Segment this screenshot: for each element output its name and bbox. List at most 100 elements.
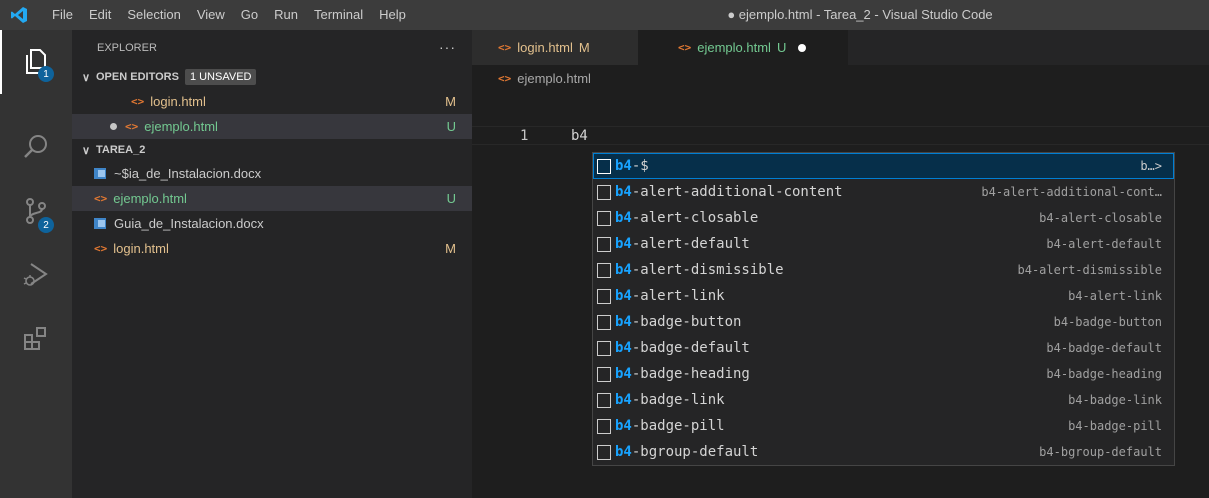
code-text[interactable]: b4 [571,127,588,146]
suggestion-label: -$ [631,158,649,174]
git-status: U [446,191,456,206]
git-status: M [445,241,456,256]
snippet-icon [597,366,611,382]
suggestion-item[interactable]: b4 -bgroup-default b4-bgroup-default [593,439,1174,465]
line-number: 1 [520,128,529,144]
suggestion-label: -bgroup-default [631,444,759,460]
activity-bar: 1 2 [0,30,72,498]
snippet-icon [597,392,611,408]
file-name: ~$ia_de_Instalacion.docx [114,166,262,181]
suggestion-label: -badge-link [631,392,725,408]
menu-file[interactable]: File [44,0,81,30]
menu-bar: File Edit Selection View Go Run Terminal… [44,0,414,30]
tab-ejemplo[interactable]: <> ejemplo.html U [638,30,848,65]
tab-login[interactable]: <> login.html M [472,30,638,65]
suggestion-detail: b4-alert-link [1068,289,1162,303]
menu-edit[interactable]: Edit [81,0,119,30]
suggestion-item[interactable]: b4 -badge-link b4-badge-link [593,387,1174,413]
git-status: M [445,94,456,109]
html-file-icon: <> [498,41,512,54]
suggestion-match: b4 [615,236,632,252]
html-file-icon: <> [498,71,512,85]
explorer-badge: 1 [38,66,54,82]
menu-terminal[interactable]: Terminal [306,0,371,30]
suggestion-item[interactable]: b4 -alert-dismissible b4-alert-dismissibl… [593,257,1174,283]
suggestion-label: -alert-default [631,236,750,252]
extensions-icon [24,327,46,350]
snippet-icon [597,158,611,174]
snippet-icon [597,288,611,304]
suggestion-item[interactable]: b4 -badge-pill b4-badge-pill [593,413,1174,439]
activity-extensions[interactable] [0,307,72,371]
explorer-title: EXPLORER [97,41,157,54]
suggestion-match: b4 [615,158,632,174]
menu-view[interactable]: View [189,0,233,30]
unsaved-dot-icon[interactable] [798,43,807,52]
suggestion-match: b4 [615,184,632,200]
suggestion-match: b4 [615,418,632,434]
window-title: ● ejemplo.html - Tarea_2 - Visual Studio… [727,7,993,22]
run-debug-icon [23,263,48,286]
file-name: ejemplo.html [113,191,187,206]
suggestion-detail: b4-badge-heading [1046,367,1162,381]
chevron-down-icon: ∨ [82,71,91,84]
menu-help[interactable]: Help [371,0,414,30]
file-item[interactable]: <> ejemplo.html U [72,186,472,211]
file-item[interactable]: ~$ia_de_Instalacion.docx [72,161,472,186]
menu-run[interactable]: Run [266,0,306,30]
menu-go[interactable]: Go [233,0,266,30]
file-item[interactable]: Guia_de_Instalacion.docx [72,211,472,236]
file-item[interactable]: <> login.html M [72,236,472,261]
suggestion-detail: b4-alert-default [1046,237,1162,251]
suggestion-match: b4 [615,288,632,304]
search-icon [24,135,47,158]
suggestion-detail: b4-bgroup-default [1039,445,1162,459]
activity-search[interactable] [0,115,72,179]
snippet-icon [597,236,611,252]
more-actions-icon[interactable]: ··· [439,30,456,65]
suggestion-detail: b4-badge-link [1068,393,1162,407]
snippet-icon [597,184,611,200]
open-editors-header[interactable]: ∨ OPEN EDITORS 1 UNSAVED [72,65,472,89]
suggestion-item[interactable]: b4 -badge-button b4-badge-button [593,309,1174,335]
chevron-down-icon: ∨ [82,144,91,157]
suggestion-match: b4 [615,444,632,460]
explorer-header: EXPLORER ··· [72,30,472,65]
suggestion-item[interactable]: b4 -alert-additional-content b4-alert-add… [593,179,1174,205]
suggestion-item[interactable]: b4 -alert-link b4-alert-link [593,283,1174,309]
breadcrumb-item[interactable]: ejemplo.html [517,71,591,86]
unsaved-dot-icon[interactable] [110,123,117,130]
html-file-icon: <> [94,192,108,205]
suggestion-item[interactable]: b4 -$ b…> [593,153,1174,179]
open-editor-item[interactable]: <> ejemplo.html U [72,114,472,139]
activity-run-debug[interactable] [0,243,72,307]
suggestion-item[interactable]: b4 -alert-default b4-alert-default [593,231,1174,257]
suggestion-match: b4 [615,262,632,278]
suggestion-item[interactable]: b4 -badge-heading b4-badge-heading [593,361,1174,387]
open-editor-item[interactable]: <> login.html M [72,89,472,114]
file-name: Guia_de_Instalacion.docx [114,216,264,231]
menu-selection[interactable]: Selection [119,0,188,30]
suggestion-match: b4 [615,314,632,330]
suggestion-detail: b4-alert-additional-cont… [981,185,1162,199]
git-status: U [446,119,456,134]
breadcrumb: <> ejemplo.html [472,65,1209,91]
tab-git-status: U [776,40,787,55]
suggestion-label: -alert-link [631,288,725,304]
suggestion-match: b4 [615,210,632,226]
file-name: ejemplo.html [144,119,218,134]
file-name: login.html [113,241,169,256]
code-line[interactable]: 1 b4 [472,126,1209,145]
suggestion-item[interactable]: b4 -alert-closable b4-alert-closable [593,205,1174,231]
suggestion-detail: b4-badge-pill [1068,419,1162,433]
suggestion-detail: b4-badge-button [1053,315,1162,329]
activity-source-control[interactable]: 2 [0,179,72,243]
suggestion-match: b4 [615,340,632,356]
snippet-icon [597,314,611,330]
suggestion-item[interactable]: b4 -badge-default b4-badge-default [593,335,1174,361]
suggestion-detail: b4-badge-default [1046,341,1162,355]
folder-header[interactable]: ∨ TAREA_2 [72,139,472,161]
suggestion-detail[interactable]: b…> [1140,159,1162,173]
activity-explorer[interactable]: 1 [0,30,72,94]
unsaved-badge: 1 UNSAVED [184,69,257,85]
